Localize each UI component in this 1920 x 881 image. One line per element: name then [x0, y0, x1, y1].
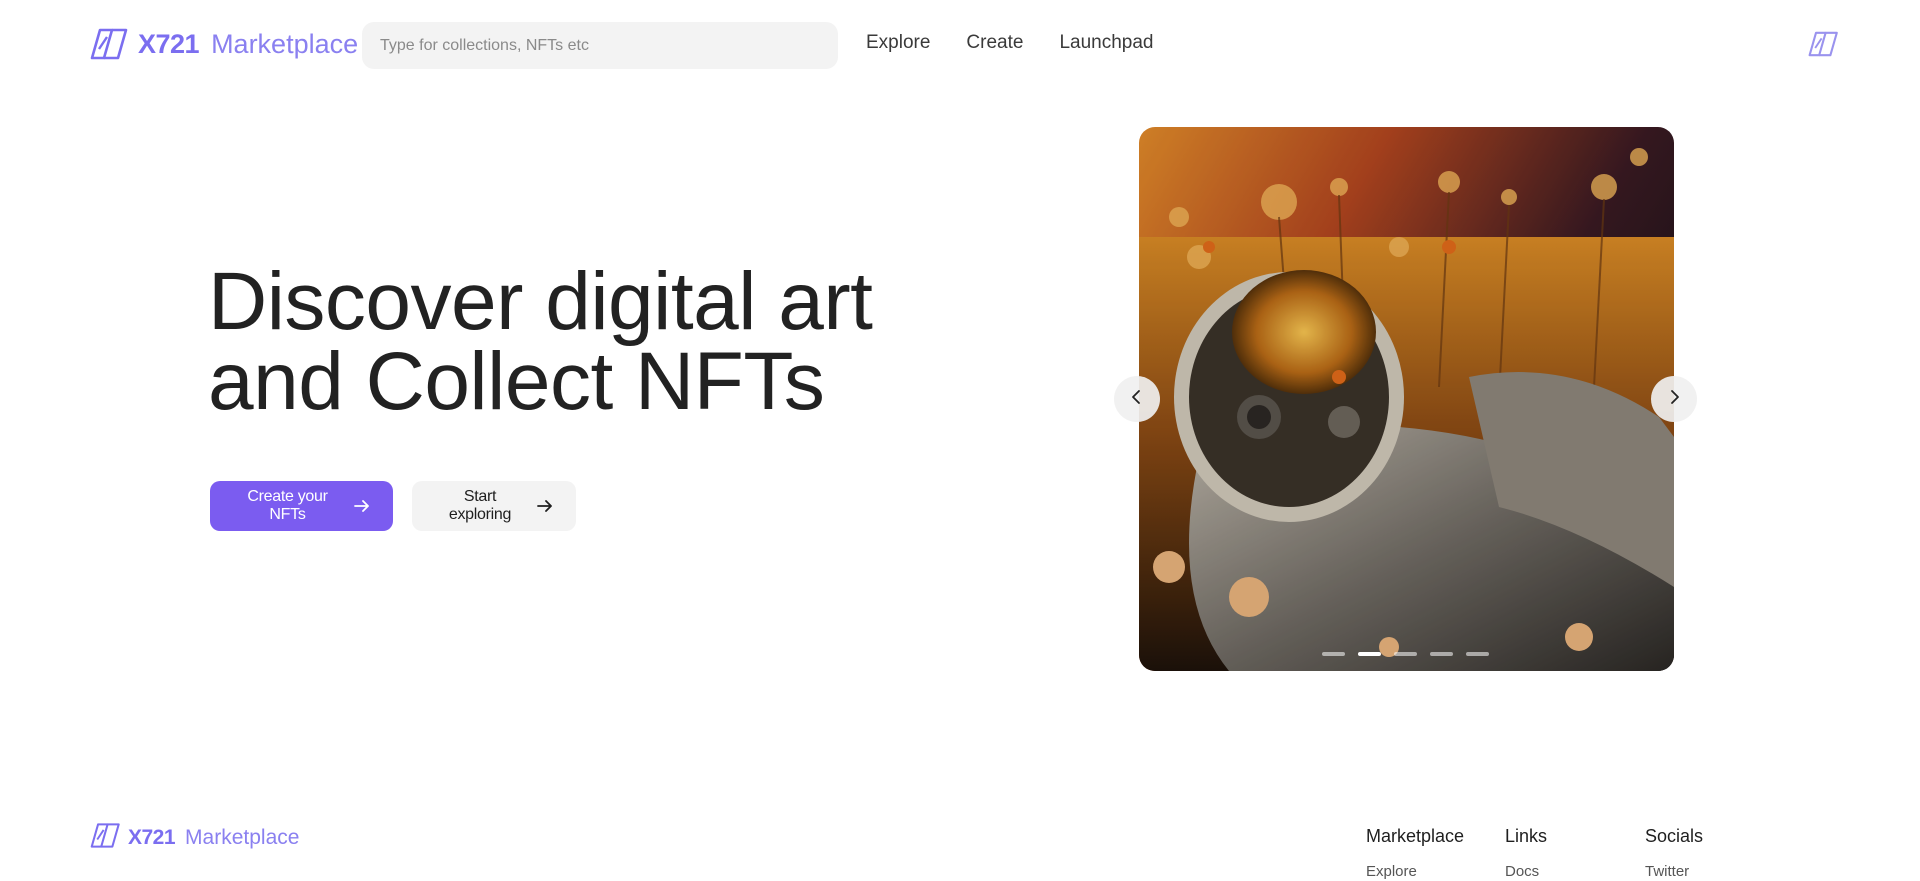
nav-explore-link[interactable]: Explore: [866, 32, 930, 54]
start-exploring-button[interactable]: Start exploring: [412, 481, 576, 531]
footer-link-twitter[interactable]: Twitter: [1645, 863, 1703, 880]
carousel-dot[interactable]: [1394, 652, 1417, 656]
x721-logo-icon: [90, 822, 122, 854]
x721-logo-icon: [90, 27, 130, 61]
footer-column-marketplace: Marketplace Explore: [1366, 826, 1464, 880]
hero-title-line-2: and Collect NFTs: [208, 336, 825, 427]
arrow-right-icon: [353, 497, 371, 515]
carousel-next-button[interactable]: [1651, 376, 1697, 422]
brand-name-bold: X721: [138, 28, 200, 59]
carousel-dot[interactable]: [1466, 652, 1489, 656]
chevron-right-icon: [1666, 389, 1682, 410]
footer-link-docs[interactable]: Docs: [1505, 863, 1547, 880]
footer-column-title: Links: [1505, 826, 1548, 846]
start-exploring-button-label: Start exploring: [448, 488, 512, 523]
carousel-dot[interactable]: [1430, 652, 1453, 656]
footer-column-links: Links Docs: [1505, 826, 1547, 880]
nav-launchpad-link[interactable]: Launchpad: [1059, 32, 1153, 54]
nav-create-link[interactable]: Create: [966, 32, 1023, 54]
footer-column-title: Socials: [1645, 826, 1704, 846]
brand-logo-link[interactable]: X721 Marketplace: [90, 27, 358, 61]
footer-link-explore[interactable]: Explore: [1366, 863, 1464, 880]
carousel-pagination: [1322, 652, 1489, 656]
footer-column-socials: Socials Twitter: [1645, 826, 1703, 880]
carousel-dot-active[interactable]: [1358, 652, 1381, 656]
featured-nft-carousel[interactable]: [1139, 127, 1674, 671]
arrow-right-icon: [536, 497, 554, 515]
brand-name-light: Marketplace: [211, 28, 359, 59]
create-nfts-button-label: Create your NFTs: [247, 488, 328, 523]
carousel-prev-button[interactable]: [1114, 376, 1160, 422]
hero-title-line-1: Discover digital art: [208, 256, 873, 347]
search-input[interactable]: [362, 22, 838, 69]
create-nfts-button[interactable]: Create your NFTs: [210, 481, 393, 531]
hero-title: Discover digital art and Collect NFTs: [208, 261, 873, 423]
main-nav: Explore Create Launchpad: [866, 32, 1154, 54]
footer-brand-name-light: Marketplace: [185, 826, 300, 849]
carousel-dot[interactable]: [1322, 652, 1345, 656]
top-header: X721 Marketplace Explore Create Launchpa…: [0, 0, 1920, 92]
footer-brand-name-bold: X721: [128, 826, 176, 849]
x721-header-icon[interactable]: [1808, 30, 1840, 63]
chevron-left-icon: [1129, 389, 1145, 410]
astronaut-in-flowers-image: [1139, 127, 1674, 671]
footer-column-title: Marketplace: [1366, 826, 1465, 846]
footer-brand[interactable]: X721 Marketplace: [90, 822, 299, 854]
